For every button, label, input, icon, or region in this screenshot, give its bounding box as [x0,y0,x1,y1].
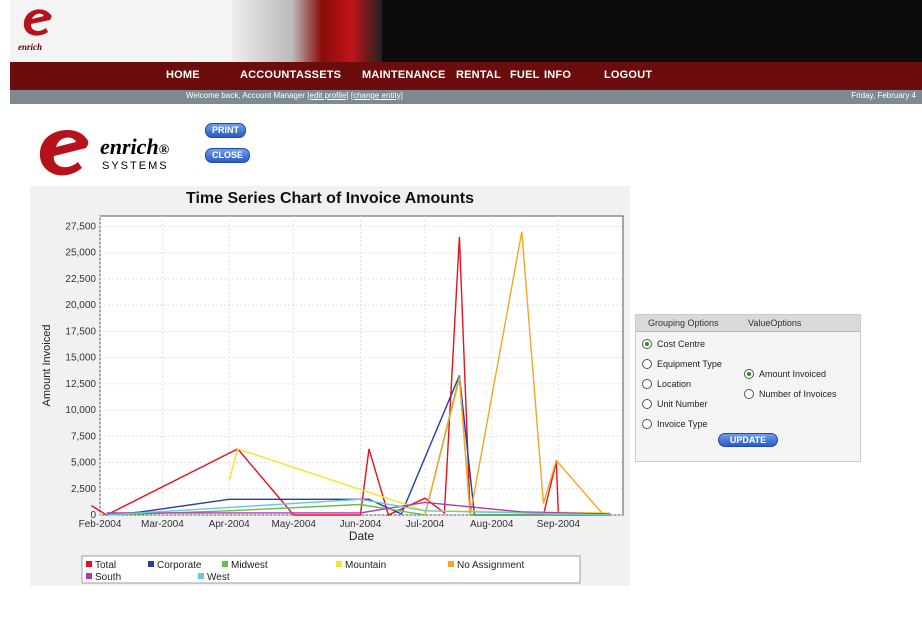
nav-info[interactable]: INFO [544,69,571,81]
nav-maintenance[interactable]: MAINTENANCE [362,69,445,81]
x-tick-label: Jul-2004 [406,519,445,530]
radio-button[interactable] [642,339,652,349]
y-tick-label: 7,500 [71,431,96,442]
close-button[interactable]: CLOSE [205,148,251,163]
legend-label: Corporate [157,560,202,571]
header-dark-band [382,0,922,62]
enrich-e-logo-icon [39,129,89,176]
header-logo[interactable]: enrich [10,0,233,62]
header-banner: enrich [10,0,922,62]
legend-swatch [222,561,228,567]
y-tick-label: 27,500 [65,221,96,232]
radio-label: Equipment Type [657,359,722,369]
radio-amount-invoiced[interactable]: Amount Invoiced [744,369,826,379]
legend-swatch [336,561,342,567]
y-axis-label: Amount Invoiced [41,325,53,407]
legend-swatch [86,573,92,579]
radio-button[interactable] [642,419,652,429]
enrich-brand: enrich® SYSTEMS [36,126,196,180]
radio-button[interactable] [642,379,652,389]
x-tick-label: Sep-2004 [537,519,581,530]
legend-swatch [86,561,92,567]
legend-swatch [198,573,204,579]
radio-button[interactable] [642,359,652,369]
print-button[interactable]: PRINT [205,123,246,138]
current-date: Friday, February 4 [851,91,916,100]
legend-label: West [207,572,230,583]
nav-fuel[interactable]: FUEL [510,69,540,81]
brand-name-text: enrich [100,134,159,159]
plot-area [99,215,624,516]
welcome-text: Welcome back, Account Manager [186,91,306,100]
tab-grouping-options[interactable]: Grouping Options [648,318,719,328]
legend-label: Mountain [345,560,386,571]
y-tick-label: 20,000 [65,300,96,311]
x-tick-label: Aug-2004 [470,519,514,530]
nav-logout[interactable]: LOGOUT [604,69,652,81]
radio-number-of-invoices[interactable]: Number of Invoices [744,389,837,399]
legend-swatch [148,561,154,567]
radio-label: Location [657,379,692,389]
brand-subtitle: SYSTEMS [102,160,169,172]
y-tick-label: 10,000 [65,405,96,416]
radio-button[interactable] [642,399,652,409]
options-tabs: Grouping Options ValueOptions [636,315,860,332]
radio-label: Unit Number [657,399,708,409]
y-tick-label: 5,000 [71,458,96,469]
radio-label: Amount Invoiced [759,369,827,379]
update-button[interactable]: UPDATE [718,433,778,447]
y-tick-label: 22,500 [65,274,96,285]
x-tick-label: Apr-2004 [209,519,251,530]
chart-plot: 02,5005,0007,50010,00012,50015,00017,500… [41,215,624,584]
welcome-message: Welcome back, Account Manager [edit prof… [186,91,403,100]
brand-registered-mark: ® [158,143,170,158]
header-logo-text: enrich [18,42,43,52]
radio-location[interactable]: Location [642,379,691,389]
x-tick-label: Mar-2004 [141,519,184,530]
radio-cost-centre[interactable]: Cost Centre [642,339,705,349]
welcome-bar: Welcome back, Account Manager [edit prof… [10,90,922,104]
y-tick-label: 12,500 [65,379,96,390]
radio-button[interactable] [744,389,754,399]
x-axis-label: Date [349,529,375,543]
y-tick-label: 25,000 [65,248,96,259]
header-truck-image [232,0,382,62]
radio-label: Invoice Type [657,419,708,429]
legend-label: No Assignment [457,560,524,571]
y-tick-label: 2,500 [71,484,96,495]
options-panel: Grouping Options ValueOptions Cost Centr… [635,314,861,462]
main-nav: HOME ACCOUNT ASSETS MAINTENANCE RENTAL F… [10,62,922,90]
enrich-e-logo-icon [23,9,52,36]
edit-profile-link[interactable]: [edit profile] [307,91,348,100]
nav-home[interactable]: HOME [166,69,200,81]
y-tick-label: 17,500 [65,326,96,337]
brand-name: enrich® [100,134,169,160]
nav-account[interactable]: ACCOUNT [240,69,296,81]
radio-label: Number of Invoices [759,389,837,399]
legend-label: South [95,572,121,583]
legend-swatch [448,561,454,567]
nav-rental[interactable]: RENTAL [456,69,501,81]
radio-equipment-type[interactable]: Equipment Type [642,359,722,369]
x-tick-label: Feb-2004 [79,519,122,530]
y-tick-label: 15,000 [65,353,96,364]
x-tick-label: May-2004 [271,519,316,530]
radio-invoice-type[interactable]: Invoice Type [642,419,707,429]
invoice-chart: Time Series Chart of Invoice Amounts 0 2,… [30,186,630,586]
legend-label: Midwest [231,560,268,571]
nav-assets[interactable]: ASSETS [296,69,341,81]
change-entity-link[interactable]: [change entity] [351,91,403,100]
legend-label: Total [95,560,116,571]
tab-value-options[interactable]: ValueOptions [748,318,801,328]
radio-label: Cost Centre [657,339,706,349]
radio-unit-number[interactable]: Unit Number [642,399,708,409]
radio-button[interactable] [744,369,754,379]
